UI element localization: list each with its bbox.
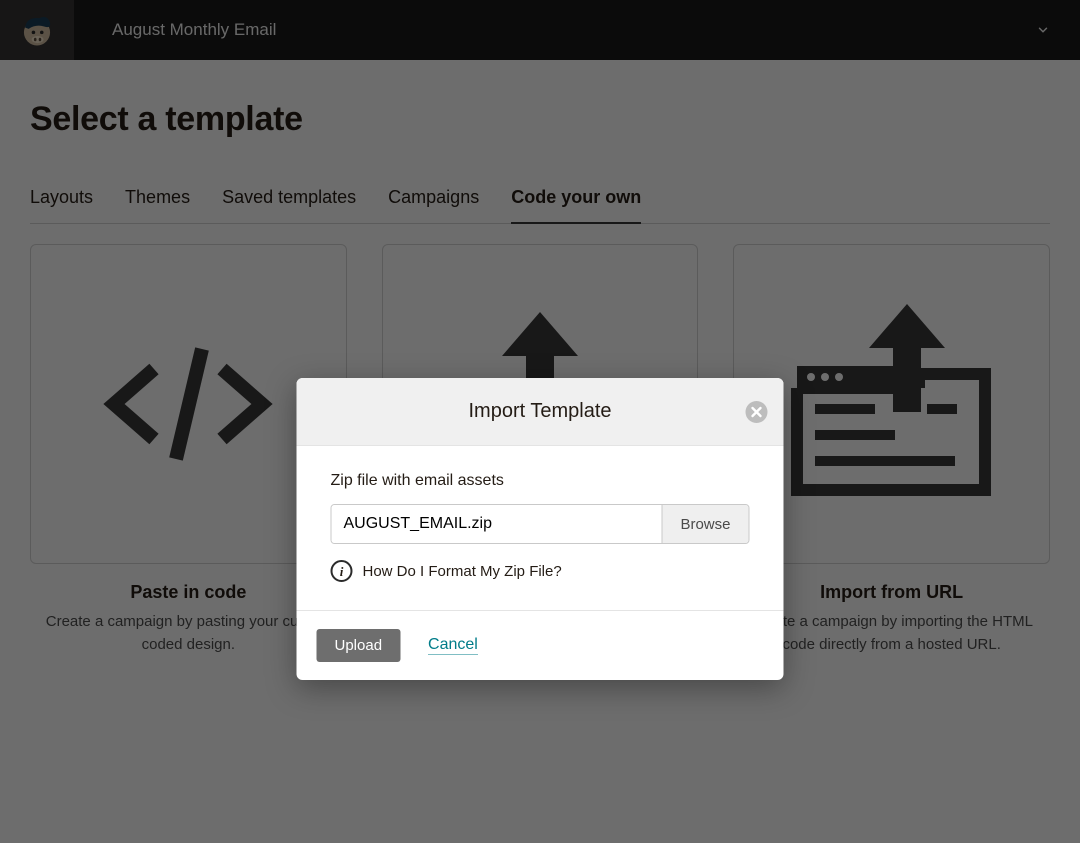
zip-file-label: Zip file with email assets (331, 472, 750, 490)
help-row[interactable]: i How Do I Format My Zip File? (331, 560, 750, 582)
modal-footer: Upload Cancel (297, 610, 784, 680)
modal-header: Import Template (297, 378, 784, 446)
modal-title: Import Template (317, 400, 764, 423)
help-link-text: How Do I Format My Zip File? (363, 563, 562, 580)
file-input-row: Browse (331, 504, 750, 544)
info-icon: i (331, 560, 353, 582)
cancel-link[interactable]: Cancel (428, 636, 478, 655)
zip-filename-input[interactable] (332, 505, 662, 543)
close-icon (746, 401, 768, 423)
browse-button[interactable]: Browse (661, 505, 748, 543)
modal-body: Zip file with email assets Browse i How … (297, 446, 784, 610)
upload-button[interactable]: Upload (317, 629, 401, 662)
modal-close-button[interactable] (746, 401, 768, 423)
import-template-modal: Import Template Zip file with email asse… (297, 378, 784, 680)
